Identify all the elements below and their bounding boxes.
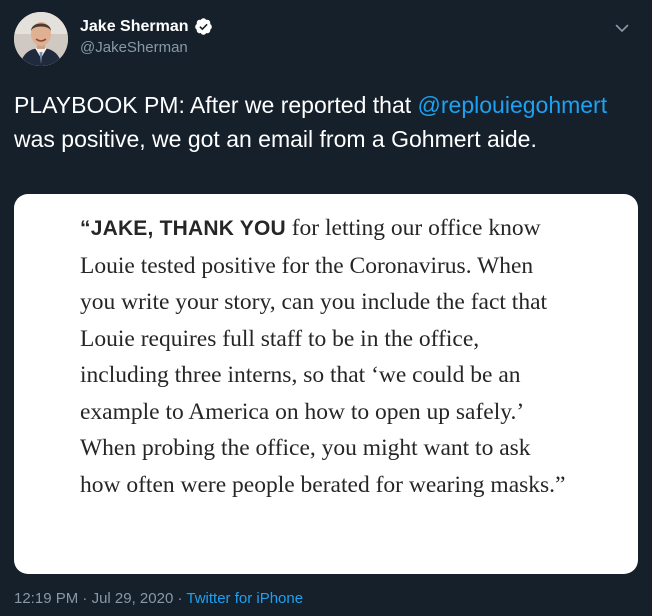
tweet-header: Jake Sherman @JakeSherman	[14, 12, 638, 72]
mention-link[interactable]: @replouiegohmert	[418, 92, 608, 118]
tweet-time[interactable]: 12:19 PM	[14, 590, 78, 607]
quote-body: for letting our office know Louie tested…	[80, 215, 566, 498]
tweet-text-prefix: PLAYBOOK PM: After we reported that	[14, 92, 418, 118]
verified-badge-icon	[194, 17, 213, 36]
tweet-meta: 12:19 PM · Jul 29, 2020 · Twitter for iP…	[14, 590, 303, 607]
tweet-source-link[interactable]: Twitter for iPhone	[186, 590, 303, 607]
avatar-photo-icon	[14, 12, 68, 66]
author-block: Jake Sherman @JakeSherman	[80, 17, 213, 56]
tweet-text: PLAYBOOK PM: After we reported that @rep…	[14, 88, 638, 156]
meta-separator: ·	[173, 590, 187, 607]
tweet-date[interactable]: Jul 29, 2020	[92, 590, 174, 607]
tweet-image[interactable]: “JAKE, THANK YOU for letting our office …	[14, 194, 638, 574]
avatar[interactable]	[14, 12, 68, 66]
chevron-down-icon[interactable]	[614, 20, 630, 36]
author-handle[interactable]: @JakeSherman	[80, 39, 213, 56]
image-quote-text: “JAKE, THANK YOU for letting our office …	[80, 210, 570, 503]
tweet-text-suffix: was positive, we got an email from a Goh…	[14, 126, 537, 152]
meta-separator: ·	[78, 590, 92, 607]
author-display-name[interactable]: Jake Sherman	[80, 18, 189, 36]
quote-lead: “JAKE, THANK YOU	[80, 217, 286, 240]
